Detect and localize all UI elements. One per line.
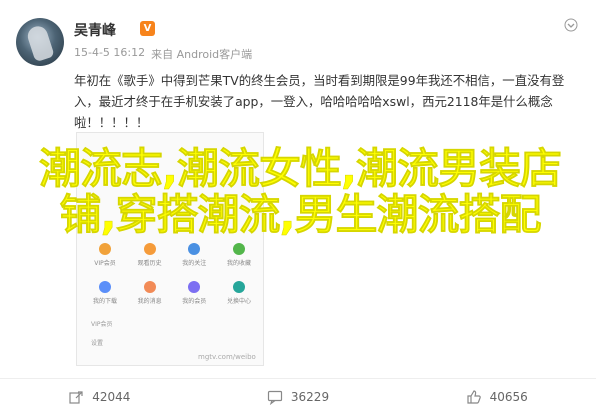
like-count: 40656: [489, 390, 528, 404]
like-button[interactable]: 40656: [397, 379, 596, 415]
thumb-cell: 兑换中心: [221, 281, 257, 305]
thumb-small-label: VIP会员: [91, 321, 113, 328]
thumb-cell: 我的关注: [176, 243, 212, 267]
redeem-icon: [232, 281, 245, 293]
comment-button[interactable]: 36229: [199, 379, 398, 415]
post-source[interactable]: 来自 Android客户端: [151, 46, 252, 62]
thumbnail-row: 我的下载 我的消息 我的会员 兑换中心: [87, 281, 257, 305]
thumb-cell: 我的下载: [87, 281, 123, 305]
post-content: 年初在《歌手》中得到芒果TV的终生会员，当时看到期限是99年我还不相信，一直没有…: [74, 73, 565, 130]
download-icon: [99, 281, 111, 293]
verified-badge: V: [140, 21, 155, 36]
thumb-cell: 我的消息: [132, 281, 168, 305]
image-watermark: mgtv.com/weibo: [198, 353, 256, 361]
thumbnail-menu: VIP会员 观看历史 我的关注 我的收藏 我的下载 我的消息 我的会员 兑换中心…: [87, 243, 257, 357]
action-bar: 42044 36229 40656: [0, 378, 596, 415]
member-icon: [188, 281, 201, 293]
weibo-post: 吴青峰 V 15-4-5 16:12 来自 Android客户端 年初在《歌手》…: [0, 0, 596, 414]
comment-count: 36229: [290, 390, 330, 404]
share-button[interactable]: 42044: [0, 379, 199, 415]
comment-icon: [267, 390, 283, 405]
username[interactable]: 吴青峰: [74, 20, 116, 40]
overlay-text: 潮流志,潮流女性,潮流男装店铺,穿搭潮流,男生潮流搭配: [39, 144, 562, 239]
post-meta: 15-4-5 16:12 来自 Android客户端: [74, 46, 252, 62]
share-icon: [69, 391, 83, 404]
thumb-small-label: 设置: [91, 340, 104, 347]
message-icon: [143, 281, 156, 293]
favorite-icon: [232, 243, 245, 255]
post-time[interactable]: 15-4-5 16:12: [74, 46, 145, 62]
history-icon: [143, 243, 156, 255]
user-avatar[interactable]: [16, 18, 64, 66]
thumbs-up-icon: [466, 390, 481, 404]
thumbnail-row: VIP会员 观看历史 我的关注 我的收藏: [87, 243, 257, 267]
share-count: 42044: [92, 390, 131, 404]
thumb-cell: 我的会员: [176, 281, 212, 305]
thumb-cell: 我的收藏: [221, 243, 257, 267]
thumb-cell: 观看历史: [132, 243, 168, 267]
follow-icon: [188, 243, 201, 255]
chevron-down-icon[interactable]: [564, 18, 578, 32]
thumb-cell: VIP会员: [87, 243, 123, 267]
vip-icon: [99, 243, 111, 255]
